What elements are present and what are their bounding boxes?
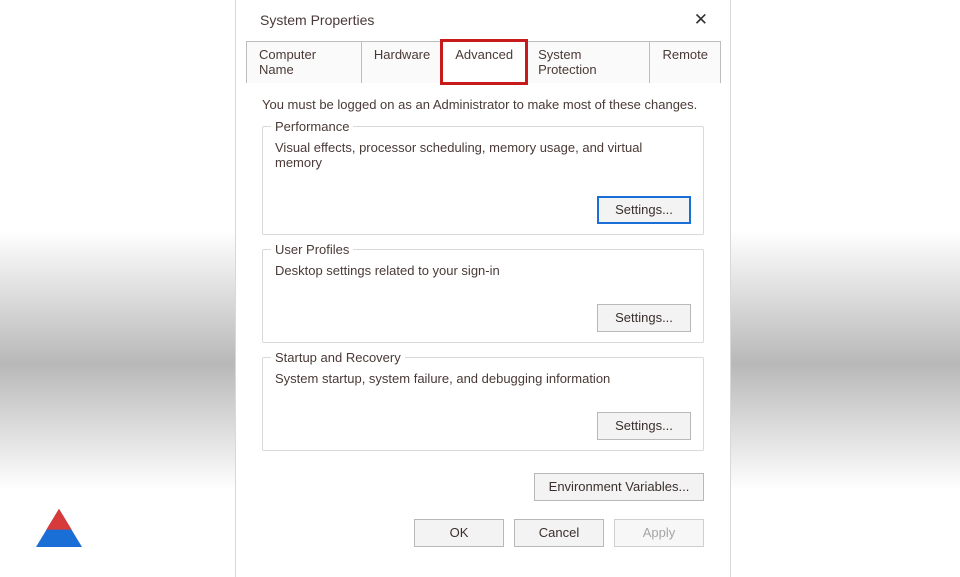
group-performance-title: Performance bbox=[271, 119, 353, 134]
window-title: System Properties bbox=[260, 12, 374, 28]
startup-recovery-settings-button[interactable]: Settings... bbox=[597, 412, 691, 440]
group-user-profiles: User Profiles Desktop settings related t… bbox=[262, 249, 704, 343]
tab-system-protection[interactable]: System Protection bbox=[525, 41, 650, 83]
tab-computer-name[interactable]: Computer Name bbox=[246, 41, 362, 83]
tab-content-advanced: You must be logged on as an Administrato… bbox=[246, 83, 720, 473]
performance-settings-button[interactable]: Settings... bbox=[597, 196, 691, 224]
watermark-triangle-icon bbox=[36, 509, 82, 547]
cancel-button[interactable]: Cancel bbox=[514, 519, 604, 547]
tab-advanced[interactable]: Advanced bbox=[442, 41, 526, 83]
group-startup-recovery: Startup and Recovery System startup, sys… bbox=[262, 357, 704, 451]
watermark-tagline: فروشگاه اینترنتی موبایل bbox=[88, 536, 179, 547]
watermark-brand: موبایل bbox=[120, 510, 179, 536]
group-performance: Performance Visual effects, processor sc… bbox=[262, 126, 704, 235]
group-startup-recovery-desc: System startup, system failure, and debu… bbox=[275, 371, 691, 386]
admin-note: You must be logged on as an Administrato… bbox=[262, 97, 704, 112]
tab-strip-container: Computer Name Hardware Advanced System P… bbox=[236, 40, 730, 547]
environment-variables-button[interactable]: Environment Variables... bbox=[534, 473, 704, 501]
watermark-logo: موبایل فروشگاه اینترنتی موبایل bbox=[36, 509, 179, 547]
group-performance-desc: Visual effects, processor scheduling, me… bbox=[275, 140, 691, 170]
close-icon[interactable]: ✕ bbox=[686, 8, 716, 32]
apply-button[interactable]: Apply bbox=[614, 519, 704, 547]
tab-hardware[interactable]: Hardware bbox=[361, 41, 443, 83]
titlebar: System Properties ✕ bbox=[236, 0, 730, 40]
tab-remote[interactable]: Remote bbox=[649, 41, 721, 83]
user-profiles-settings-button[interactable]: Settings... bbox=[597, 304, 691, 332]
group-user-profiles-desc: Desktop settings related to your sign-in bbox=[275, 263, 691, 278]
dialog-button-row: OK Cancel Apply bbox=[246, 511, 720, 547]
tab-strip: Computer Name Hardware Advanced System P… bbox=[246, 40, 720, 83]
system-properties-window: System Properties ✕ Computer Name Hardwa… bbox=[235, 0, 731, 577]
ok-button[interactable]: OK bbox=[414, 519, 504, 547]
group-startup-recovery-title: Startup and Recovery bbox=[271, 350, 405, 365]
group-user-profiles-title: User Profiles bbox=[271, 242, 353, 257]
